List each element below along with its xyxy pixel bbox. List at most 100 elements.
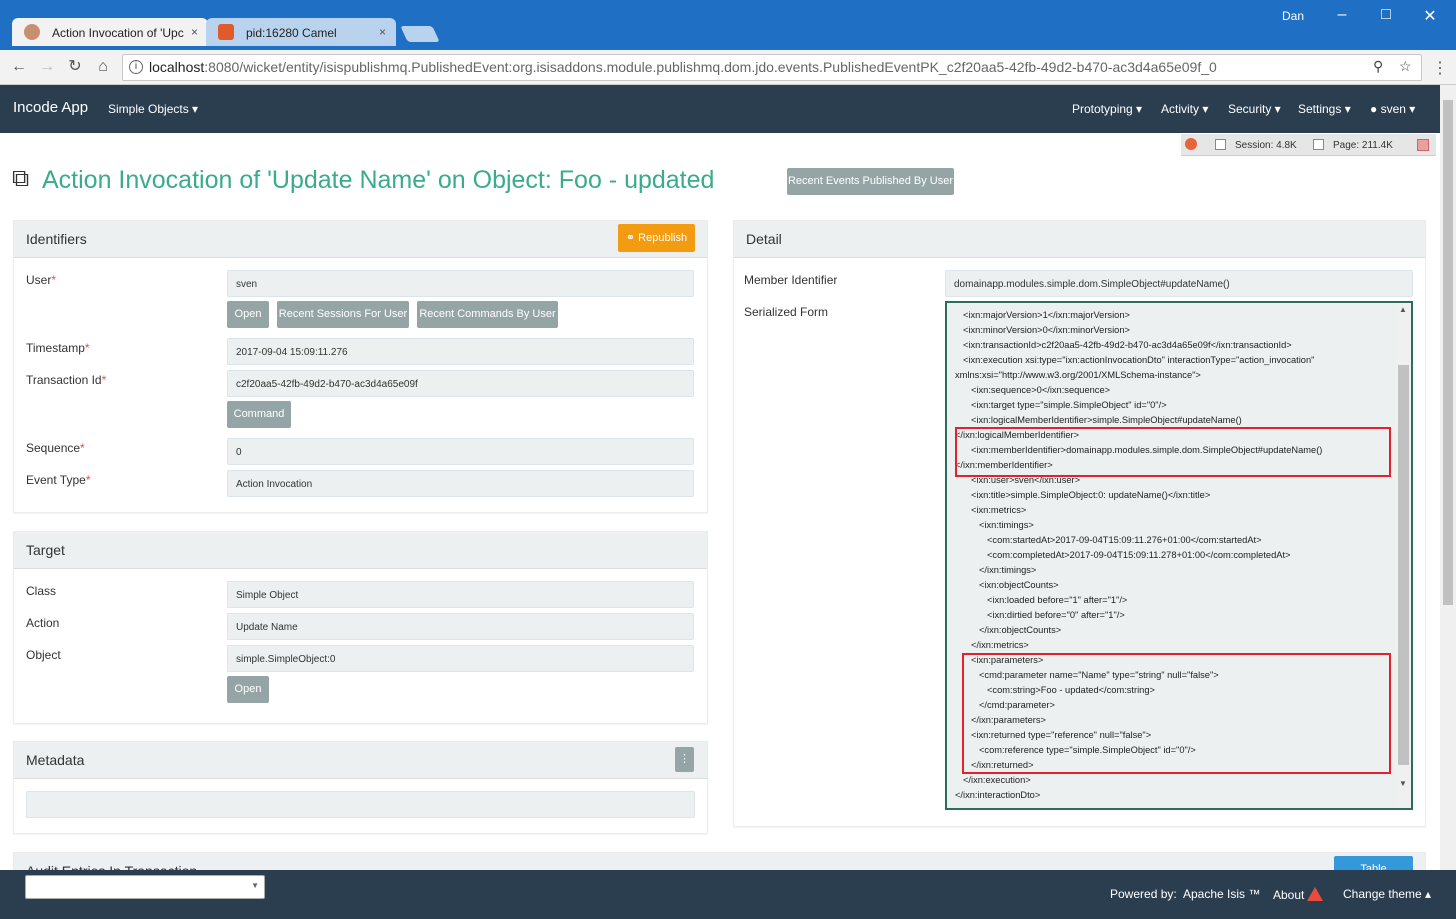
page-checkbox[interactable] (1313, 139, 1324, 150)
xml-line: <ixn:metrics> (971, 505, 1027, 515)
close-tab-icon[interactable]: × (191, 25, 198, 39)
member-identifier-label: Member Identifier (744, 273, 838, 287)
published-event-icon: ⧉ (12, 165, 30, 192)
metadata-panel: Metadata (13, 741, 708, 834)
detail-heading: Detail (746, 231, 782, 247)
action-field[interactable]: Update Name (227, 613, 694, 640)
tab-action-invocation[interactable]: Action Invocation of 'Upc × (12, 18, 208, 46)
serialized-form-label: Serialized Form (744, 305, 829, 319)
session-checkbox[interactable] (1215, 139, 1226, 150)
xml-line: </ixn:interactionDto> (955, 790, 1041, 800)
metadata-menu-button[interactable]: ⋮ (675, 747, 694, 772)
open-user-button[interactable]: Open (227, 301, 269, 328)
debug-close-icon[interactable] (1417, 139, 1429, 151)
transaction-id-field[interactable]: c2f20aa5-42fb-49d2-b470-ac3d4a65e09f (227, 370, 694, 397)
action-label: Action (26, 616, 60, 630)
object-field[interactable]: simple.SimpleObject:0 (227, 645, 694, 672)
metadata-field[interactable] (26, 791, 695, 818)
metadata-panel-header: Metadata (14, 742, 707, 779)
new-tab-button[interactable] (400, 26, 440, 42)
tab-camel[interactable]: pid:16280 Camel × (206, 18, 396, 46)
url-host: localhost (149, 59, 205, 75)
bookmark-star-icon[interactable]: ☆ (1399, 58, 1412, 75)
forward-icon[interactable]: → (36, 56, 58, 78)
command-button[interactable]: Command (227, 401, 291, 428)
highlight-member-identifier (955, 427, 1391, 477)
maximize-icon[interactable]: □ (1376, 6, 1396, 24)
tab-label: Action Invocation of 'Upc (52, 26, 184, 40)
recent-sessions-button[interactable]: Recent Sessions For User (277, 301, 409, 328)
xml-line: </ixn:objectCounts> (979, 625, 1062, 635)
app-brand[interactable]: Incode App (13, 99, 88, 116)
class-field[interactable]: Simple Object (227, 581, 694, 608)
recent-events-button[interactable]: Recent Events Published By User (787, 168, 954, 195)
xml-line: </ixn:metrics> (971, 640, 1029, 650)
transaction-id-label: Transaction Id* (26, 373, 107, 387)
xml-line: <ixn:target type="simple.SimpleObject" i… (971, 400, 1167, 410)
timestamp-field[interactable]: 2017-09-04 15:09:11.276 (227, 338, 694, 365)
xml-line: </ixn:execution> (963, 775, 1031, 785)
user-name: sven ▾ (1380, 102, 1416, 116)
xml-line: <ixn:timings> (979, 520, 1034, 530)
chevron-down-icon: ▼ (251, 881, 259, 890)
browser-menu-icon[interactable]: ⋮ (1432, 58, 1448, 78)
about-link[interactable]: About (1273, 887, 1324, 902)
republish-button[interactable]: ⚭ Republish (618, 224, 695, 252)
sequence-field[interactable]: 0 (227, 438, 694, 465)
footer-select[interactable]: ▼ (25, 875, 265, 899)
change-theme-link[interactable]: Change theme ▴ (1343, 887, 1431, 901)
url-input[interactable]: i localhost:8080/wicket/entity/isispubli… (122, 54, 1422, 81)
textarea-scroll-thumb[interactable] (1398, 365, 1409, 765)
xml-line: <ixn:sequence>0</ixn:sequence> (971, 385, 1111, 395)
menu-security[interactable]: Security ▾ (1228, 102, 1281, 116)
minimize-icon[interactable]: – (1332, 6, 1352, 24)
apache-isis-link[interactable]: Apache Isis ™ (1183, 887, 1260, 901)
menu-simple-objects[interactable]: Simple Objects ▾ (108, 102, 198, 116)
debug-logo-icon[interactable] (1185, 138, 1197, 150)
menu-user[interactable]: ● sven ▾ (1370, 102, 1415, 116)
powered-by-label: Powered by: (1110, 887, 1177, 901)
page-scrollbar[interactable] (1440, 85, 1456, 870)
page-size: Page: 211.4K (1333, 140, 1393, 151)
close-tab-icon[interactable]: × (379, 25, 386, 39)
menu-prototyping[interactable]: Prototyping ▾ (1072, 102, 1142, 116)
reload-icon[interactable]: ↻ (64, 56, 86, 78)
xml-line: <ixn:dirtied before="0" after="1"/> (987, 610, 1125, 620)
republish-label: Republish (638, 232, 688, 244)
object-label: Object (26, 648, 61, 662)
camel-favicon-icon (218, 24, 234, 40)
user-field[interactable]: sven (227, 270, 694, 297)
target-panel-header: Target (14, 532, 707, 569)
highlight-parameters (962, 653, 1391, 774)
session-size: Session: 4.8K (1235, 140, 1297, 151)
target-heading: Target (26, 542, 65, 558)
page-title: Action Invocation of 'Update Name' on Ob… (42, 166, 715, 194)
info-icon[interactable]: i (129, 60, 143, 74)
xml-line: <ixn:minorVersion>0</ixn:minorVersion> (963, 325, 1130, 335)
menu-activity[interactable]: Activity ▾ (1161, 102, 1208, 116)
event-type-label: Event Type* (26, 473, 91, 487)
recent-commands-button[interactable]: Recent Commands By User (417, 301, 558, 328)
close-window-icon[interactable]: ✕ (1420, 6, 1440, 26)
debug-bar: Session: 4.8K Page: 211.4K (1181, 134, 1436, 156)
browser-titlebar: Action Invocation of 'Upc × pid:16280 Ca… (0, 0, 1456, 50)
scrollbar-thumb[interactable] (1443, 100, 1453, 605)
event-type-field[interactable]: Action Invocation (227, 470, 694, 497)
sequence-label: Sequence* (26, 441, 85, 455)
scroll-down-icon[interactable]: ▼ (1399, 779, 1407, 788)
home-icon[interactable]: ⌂ (92, 56, 114, 78)
member-identifier-field[interactable]: domainapp.modules.simple.dom.SimpleObjec… (945, 270, 1413, 297)
back-icon[interactable]: ← (8, 56, 30, 78)
open-object-button[interactable]: Open (227, 676, 269, 703)
xml-line: <ixn:majorVersion>1</ixn:majorVersion> (963, 310, 1130, 320)
xml-line: </ixn:timings> (979, 565, 1037, 575)
user-icon: ● (1370, 102, 1378, 116)
textarea-scrollbar[interactable]: ▲ ▼ (1396, 303, 1411, 808)
detail-panel-header: Detail (734, 221, 1425, 258)
scroll-up-icon[interactable]: ▲ (1399, 305, 1407, 314)
zoom-icon[interactable]: ⚲ (1373, 58, 1383, 75)
user-label: User* (26, 273, 57, 287)
metadata-heading: Metadata (26, 752, 85, 768)
menu-settings[interactable]: Settings ▾ (1298, 102, 1351, 116)
serialized-form-textarea[interactable]: <ixn:majorVersion>1</ixn:majorVersion> <i… (945, 301, 1413, 810)
